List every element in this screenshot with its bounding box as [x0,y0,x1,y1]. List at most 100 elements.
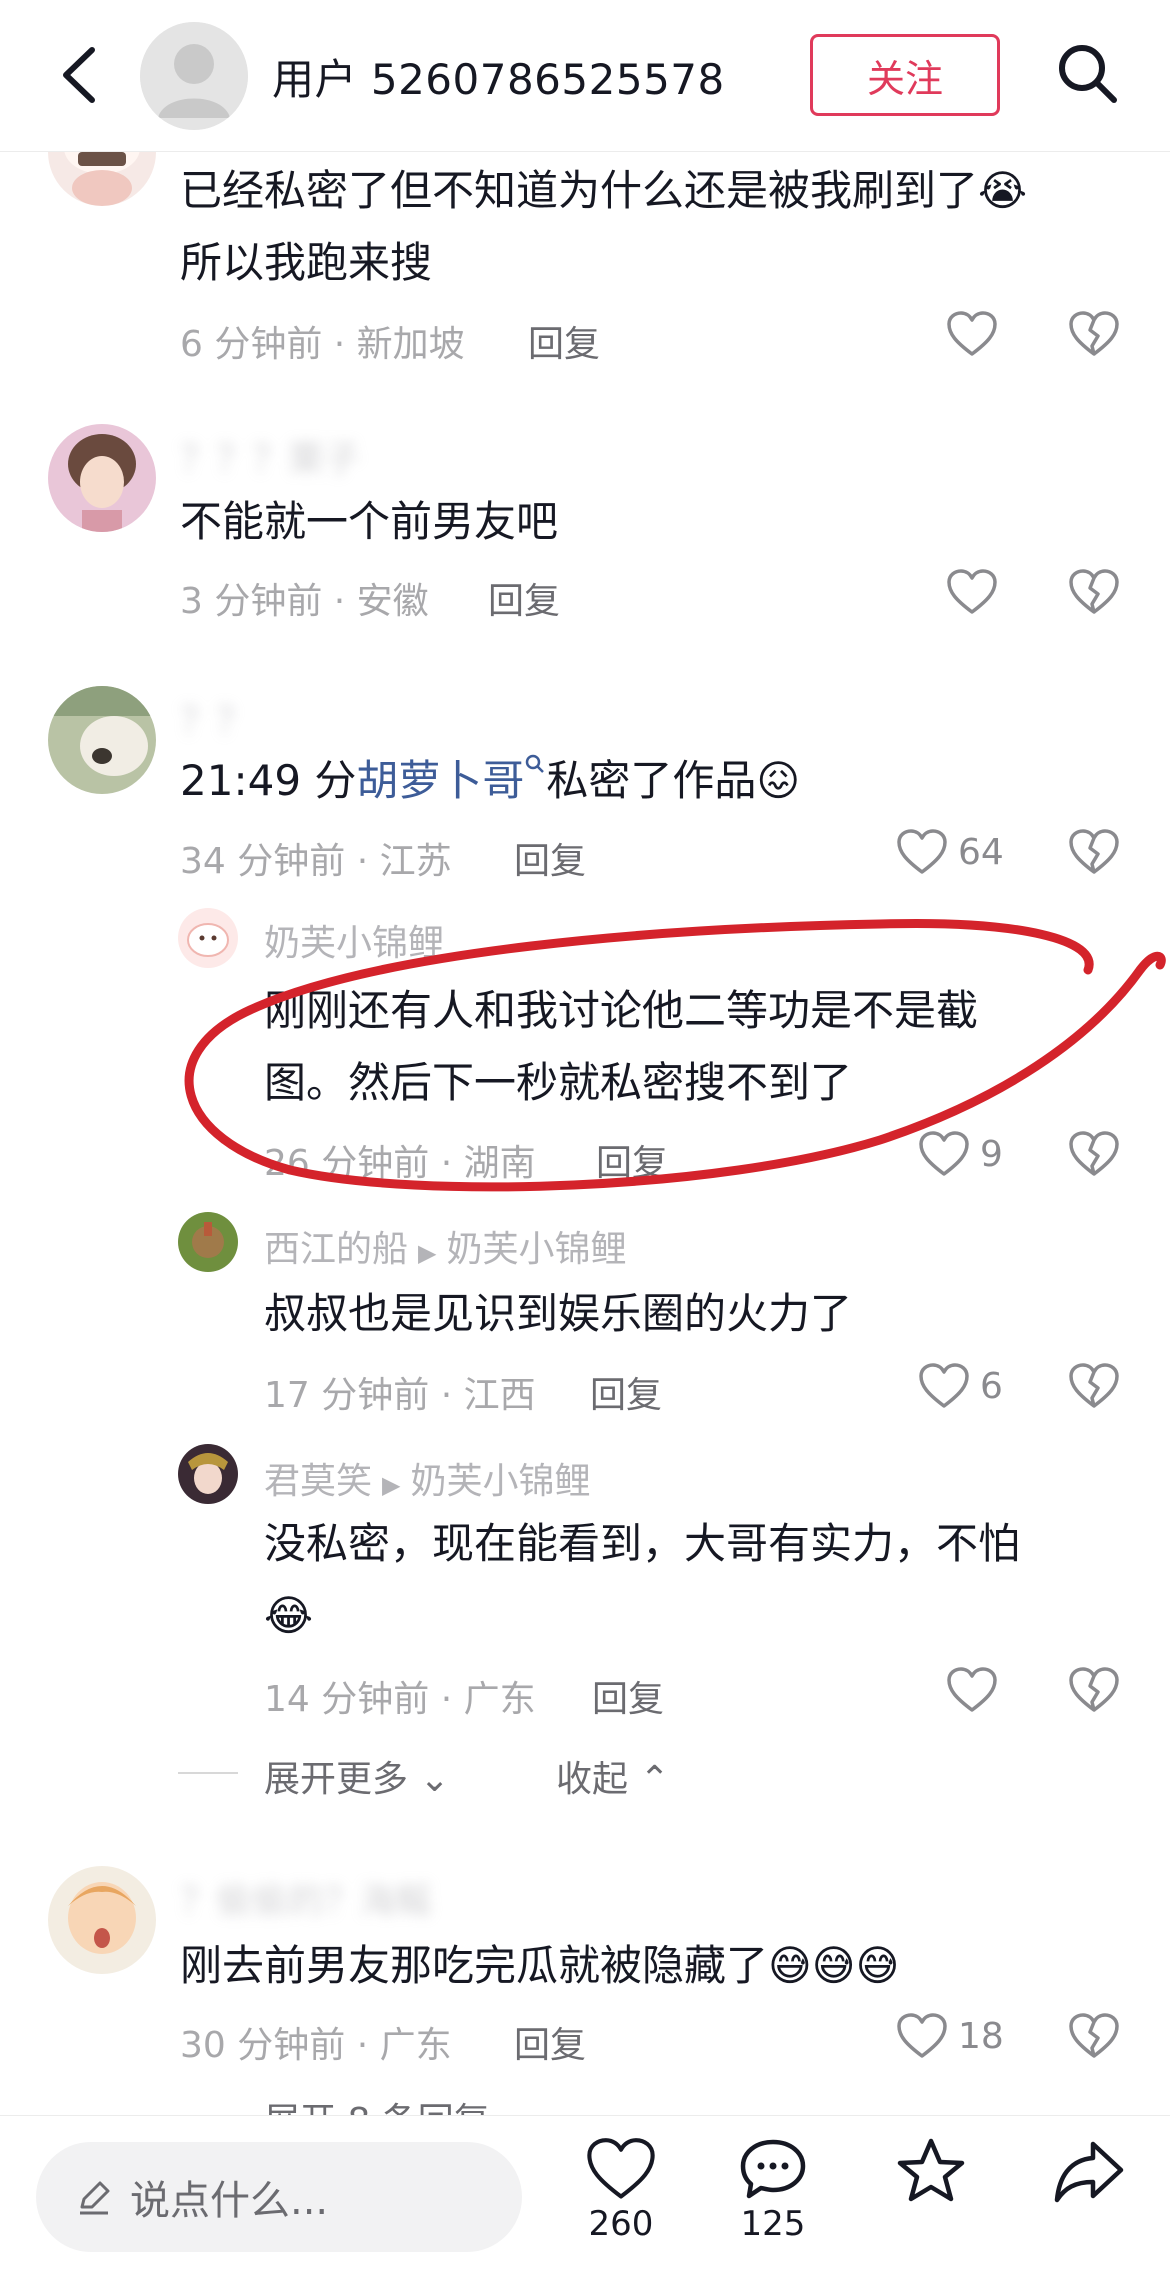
mention-link[interactable]: 胡萝卜哥 [356,756,524,805]
speech-bubble-icon [740,2139,806,2199]
broken-heart-icon [1069,1667,1119,1712]
comment-emoji: 😂 [264,1591,314,1640]
comment-button[interactable]: 125 [718,2136,828,2266]
commenter-avatar[interactable] [178,908,238,968]
comment-text: 所以我跑来搜 [180,238,433,287]
comment-text: 图。然后下一秒就私密搜不到了 [264,1058,853,1107]
like-button[interactable] [946,310,998,358]
dislike-button[interactable] [1068,1362,1120,1414]
commenter-avatar[interactable] [178,1212,238,1272]
comment-count: 125 [740,2204,806,2244]
comment-input[interactable]: 说点什么... [36,2142,522,2252]
comment-meta: 6 分钟前 · 新加坡 [180,324,465,365]
like-button[interactable]: 6 [918,1362,1003,1410]
reply-button[interactable]: 回复 [488,572,560,624]
username[interactable]: 奶芙小锦鲤 [264,914,444,966]
comment-meta: 26 分钟前 · 湖南 [264,1143,536,1184]
username[interactable]: ？？？栗子 [180,430,360,482]
commenter-avatar[interactable] [48,686,156,794]
comment-text-suffix: 私密了作品😖 [546,756,801,805]
dislike-button[interactable] [1068,568,1120,620]
like-count: 64 [958,831,1004,873]
divider [178,1772,238,1774]
broken-heart-icon [1069,569,1119,614]
star-icon [897,2138,965,2202]
comment-text: 21:49 分胡萝卜哥 私密了作品😖 [180,745,800,817]
comment-text: 没私密，现在能看到，大哥有实力，不怕 [264,1519,1021,1568]
back-icon[interactable] [50,40,110,110]
reply-arrow-icon: ▶ [382,1471,401,1499]
bottom-action-bar: 说点什么... 260 125 [0,2115,1170,2273]
like-count: 18 [958,2015,1004,2057]
comment-meta: 14 分钟前 · 广东 [264,1679,536,1720]
commenter-avatar[interactable] [48,424,156,532]
broken-heart-icon [1069,311,1119,356]
heart-icon [947,311,997,356]
username[interactable]: ？偷偷的？海鳐 [180,1872,432,1924]
comment-meta: 30 分钟前 · 广东 [180,2025,452,2066]
share-button[interactable] [1034,2136,1144,2266]
user-avatar[interactable] [140,22,248,130]
reply-button[interactable]: 回复 [514,832,586,884]
page-title: 用户 5260786525578 [272,55,725,104]
comment-text: 不能就一个前男友吧 [180,497,559,546]
follow-button[interactable]: 关注 [810,34,1000,116]
share-arrow-icon [1054,2141,1124,2203]
heart-icon [897,829,947,874]
broken-heart-icon [1069,1363,1119,1408]
reply-arrow-icon: ▶ [418,1239,437,1267]
dislike-button[interactable] [1068,310,1120,362]
reply-button[interactable]: 回复 [596,1134,668,1186]
reply-header: 君莫笑 ▶ 奶芙小锦鲤 [264,1452,591,1504]
comment-text: 已经私密了但不知道为什么还是被我刷到了😭 [180,166,1028,215]
comment-meta: 34 分钟前 · 江苏 [180,841,452,882]
broken-heart-icon [1069,829,1119,874]
comment-text-prefix: 21:49 分 [180,756,357,805]
comment-text: 刚刚还有人和我讨论他二等功是不是截 [264,986,979,1035]
like-button[interactable]: 18 [896,2012,1004,2060]
like-button[interactable] [946,568,998,616]
like-button[interactable] [946,1666,998,1714]
like-count: 6 [980,1365,1003,1407]
like-button[interactable]: 64 [896,828,1004,876]
commenter-avatar[interactable] [48,1866,156,1974]
broken-heart-icon [1069,1131,1119,1176]
comment-input-placeholder: 说点什么... [130,2178,329,2224]
heart-icon [897,2013,947,2058]
broken-heart-icon [1069,2013,1119,2058]
dislike-button[interactable] [1068,1130,1120,1182]
like-video-button[interactable]: 260 [566,2136,676,2266]
top-bar: 用户 5260786525578 关注 [0,0,1170,152]
commenter-avatar[interactable] [178,1444,238,1504]
username[interactable]: 君莫笑 [264,1461,372,1502]
heart-icon [919,1363,969,1408]
reply-to-username[interactable]: 奶芙小锦鲤 [410,1461,590,1502]
comment-meta: 3 分钟前 · 安徽 [180,581,429,622]
dislike-button[interactable] [1068,828,1120,880]
reply-button[interactable]: 回复 [528,315,600,367]
comment-text: 叔叔也是见识到娱乐圈的火力了 [264,1289,853,1338]
heart-icon [919,1131,969,1176]
reply-header: 西江的船 ▶ 奶芙小锦鲤 [264,1220,627,1272]
dislike-button[interactable] [1068,2012,1120,2064]
search-icon[interactable] [1052,38,1124,110]
reply-button[interactable]: 回复 [590,1366,662,1418]
username[interactable]: ？？ [180,692,252,744]
comment-meta: 17 分钟前 · 江西 [264,1375,536,1416]
reply-button[interactable]: 回复 [592,1670,664,1722]
search-icon[interactable] [524,754,546,805]
like-button[interactable]: 9 [918,1130,1003,1178]
like-count: 260 [588,2204,654,2244]
reply-button[interactable]: 回复 [514,2016,586,2068]
collapse-button[interactable]: 收起 ⌃ [556,1750,670,1802]
dislike-button[interactable] [1068,1666,1120,1718]
comment-text: 刚去前男友那吃完瓜就被隐藏了😅😅😅 [180,1941,900,1990]
reply-to-username[interactable]: 奶芙小锦鲤 [446,1229,626,1270]
heart-icon [947,569,997,614]
username[interactable]: 西江的船 [264,1229,408,1270]
favorite-button[interactable] [876,2136,986,2266]
heart-icon [587,2138,655,2199]
heart-icon [947,1667,997,1712]
expand-more-button[interactable]: 展开更多 ⌄ [264,1750,450,1802]
like-count: 9 [980,1133,1003,1175]
